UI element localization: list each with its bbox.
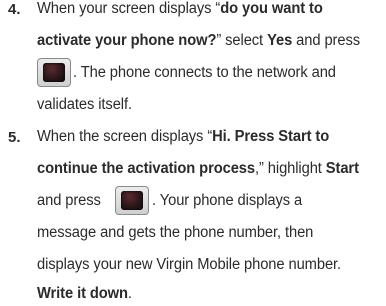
- step-4-line-4: validates itself.: [37, 96, 132, 113]
- step-5-line-1: When the screen displays “Hi. Press Star…: [37, 128, 330, 145]
- step-4: 4. When your screen displays “do you wan…: [0, 0, 386, 120]
- step-5-line-3a: and press: [37, 192, 101, 209]
- step-5-line-4: message and gets the phone number, then: [37, 224, 314, 241]
- step-4-line-2: activate your phone now?” select Yes and…: [37, 32, 360, 49]
- step-5-line-3b: . Your phone displays a: [152, 192, 303, 209]
- ok-key-face: [121, 191, 143, 210]
- step-4-line-3: . The phone connects to the network and: [73, 64, 336, 81]
- step-5-line-5: displays your new Virgin Mobile phone nu…: [37, 256, 342, 273]
- ok-key-icon: [37, 58, 71, 87]
- step-number: 5.: [8, 129, 21, 146]
- step-5: 5. When the screen displays “Hi. Press S…: [0, 128, 386, 306]
- manual-page: 4. When your screen displays “do you wan…: [0, 0, 386, 306]
- ok-key-face: [43, 63, 65, 82]
- step-5-line-2: continue the activation process,” highli…: [37, 160, 359, 177]
- step-4-line-1: When your screen displays “do you want t…: [37, 0, 323, 17]
- ok-key-icon: [115, 186, 149, 215]
- step-5-line-6: Write it down.: [37, 285, 132, 302]
- step-number: 4.: [8, 1, 21, 18]
